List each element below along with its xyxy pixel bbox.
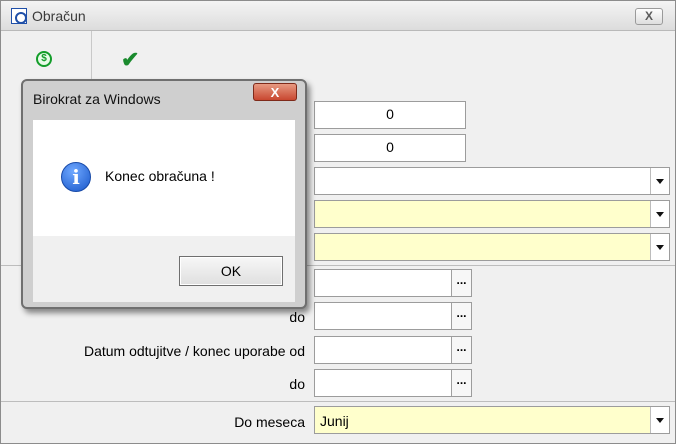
- window-close-button[interactable]: X: [635, 8, 663, 25]
- combo-1[interactable]: [314, 167, 670, 195]
- dialog-close-button[interactable]: X: [253, 83, 297, 101]
- chevron-down-icon[interactable]: [650, 234, 669, 260]
- date-picker-button[interactable]: ...: [451, 303, 471, 329]
- date-picker-button[interactable]: ...: [451, 370, 471, 396]
- dialog-message: Konec obračuna !: [105, 168, 215, 184]
- month-select[interactable]: Junij: [314, 406, 670, 434]
- number-field-2[interactable]: 0: [314, 134, 466, 162]
- date-to-1[interactable]: ...: [314, 302, 472, 330]
- chevron-down-icon[interactable]: [650, 407, 669, 433]
- date-from-2[interactable]: ...: [314, 336, 472, 364]
- month-value: Junij: [320, 413, 349, 429]
- dollar-icon: $: [36, 51, 52, 67]
- separator: [1, 401, 675, 402]
- label-do-2: do: [289, 376, 305, 392]
- title-bar: Obračun X: [1, 1, 675, 31]
- message-dialog: Birokrat za Windows X i Konec obračuna !…: [21, 79, 307, 309]
- info-icon: i: [61, 162, 91, 192]
- ok-button[interactable]: OK: [179, 256, 283, 286]
- label-do-1: do: [289, 309, 305, 325]
- dialog-footer: OK: [33, 236, 295, 302]
- combo-3[interactable]: [314, 233, 670, 261]
- checkmark-icon: ✔: [121, 47, 140, 72]
- number-field-1[interactable]: 0: [314, 101, 466, 129]
- combo-2[interactable]: [314, 200, 670, 228]
- date-picker-button[interactable]: ...: [451, 337, 471, 363]
- date-picker-button[interactable]: ...: [451, 270, 471, 296]
- label-date-alienation: Datum odtujitve / konec uporabe od: [83, 343, 305, 359]
- chevron-down-icon[interactable]: [650, 201, 669, 227]
- window-title: Obračun: [32, 8, 86, 24]
- chevron-down-icon[interactable]: [650, 168, 669, 194]
- label-month: Do meseca: [234, 414, 305, 430]
- app-icon: [11, 8, 27, 24]
- date-from-1[interactable]: ...: [314, 269, 472, 297]
- dialog-title: Birokrat za Windows: [33, 91, 161, 107]
- date-to-2[interactable]: ...: [314, 369, 472, 397]
- dialog-body: i Konec obračuna !: [33, 120, 295, 236]
